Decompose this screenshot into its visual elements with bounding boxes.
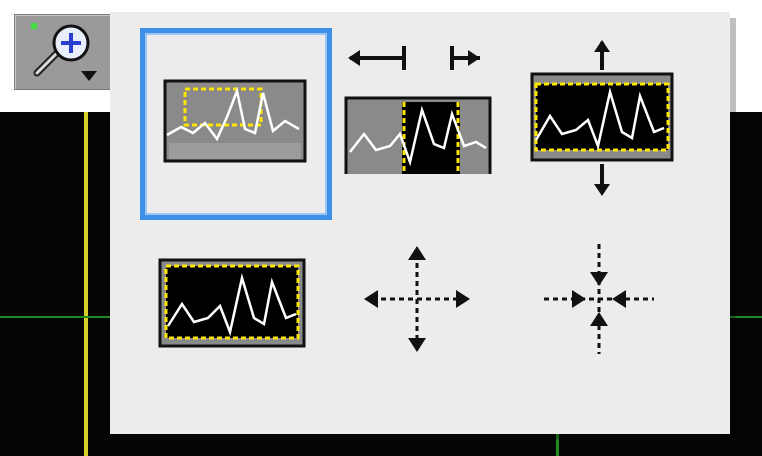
zoom-to-fit-tool[interactable] — [156, 256, 308, 352]
zoom-rectangle-tool[interactable] — [140, 28, 332, 220]
zoom-out-point-icon — [544, 244, 654, 354]
zoom-to-fit-icon — [158, 258, 306, 348]
yellow-cursor-line[interactable] — [84, 112, 88, 456]
zoom-out-point-tool[interactable] — [540, 240, 658, 358]
zoom-y-rectangle-tool[interactable] — [526, 34, 678, 202]
zoom-tool-button[interactable] — [14, 14, 112, 90]
zoom-in-point-tool[interactable] — [358, 240, 476, 358]
zoom-in-point-icon — [372, 254, 462, 344]
zoom-rectangle-icon — [163, 79, 307, 163]
dropdown-arrow-icon — [81, 71, 97, 81]
zoom-palette-popup — [110, 12, 730, 434]
zoom-x-rectangle-icon — [344, 46, 492, 174]
zoom-in-icon — [31, 23, 90, 77]
zoom-x-rectangle-tool[interactable] — [340, 34, 496, 174]
zoom-y-rectangle-icon — [530, 40, 674, 196]
